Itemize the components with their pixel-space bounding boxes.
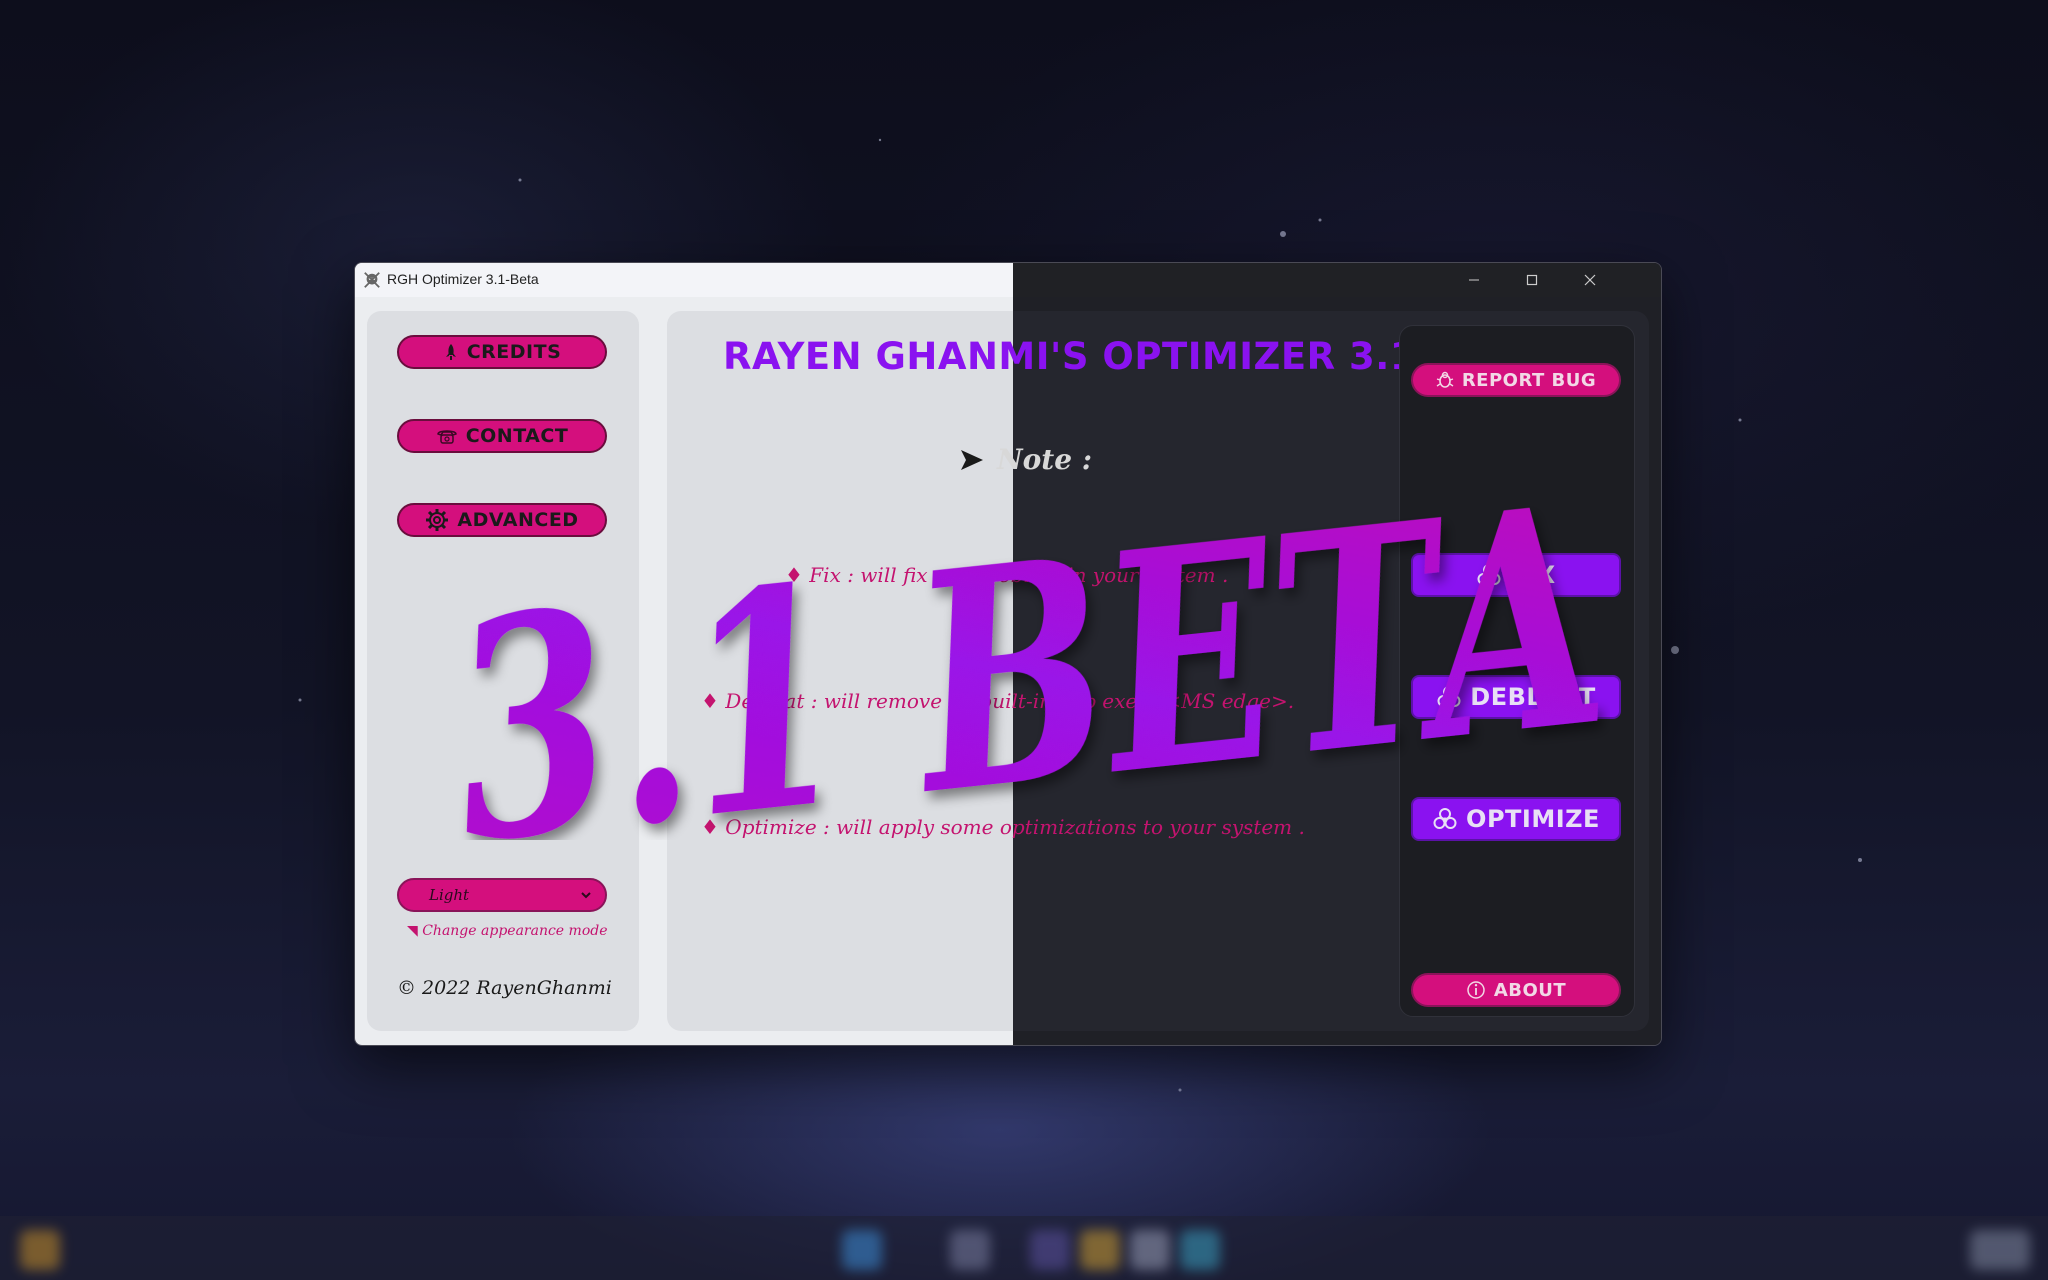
- report-bug-button[interactable]: REPORT BUG: [1411, 363, 1621, 397]
- appearance-mode-select[interactable]: Light: [397, 878, 607, 912]
- list-item: ♦ Optimize : will apply some optimizatio…: [701, 815, 1305, 839]
- about-label: ABOUT: [1493, 979, 1567, 1001]
- about-button[interactable]: ABOUT: [1411, 973, 1621, 1007]
- list-item: ♦ Fix : will fix any problem in your sys…: [785, 563, 1229, 587]
- taskbar-app-icon[interactable]: [1130, 1230, 1170, 1270]
- gear-icon: [426, 509, 449, 531]
- taskbar-app-icon[interactable]: [1030, 1230, 1070, 1270]
- bug-icon: [1436, 371, 1454, 388]
- minimize-button[interactable]: [1445, 263, 1503, 297]
- chevron-down-icon: [581, 892, 591, 899]
- maximize-icon: [1526, 274, 1538, 286]
- start-icon[interactable]: [20, 1230, 60, 1270]
- app-window: RGH Optimizer 3.1-Beta CREDITS CONTACT A…: [354, 262, 1662, 1046]
- credits-label: CREDITS: [466, 341, 562, 363]
- taskbar-app-icon[interactable]: [950, 1230, 990, 1270]
- contact-button[interactable]: CONTACT: [397, 419, 607, 453]
- close-icon: [1584, 274, 1596, 286]
- report-bug-label: REPORT BUG: [1461, 369, 1597, 391]
- optimize-button[interactable]: OPTIMIZE: [1411, 797, 1621, 841]
- title-bar-dark[interactable]: [1013, 263, 1661, 297]
- minimize-icon: [1469, 279, 1479, 281]
- info-icon: [1467, 981, 1485, 999]
- app-title: RAYEN GHANMI'S OPTIMIZER 3.1: [719, 335, 1416, 378]
- biohazard-icon: [1437, 686, 1461, 707]
- appearance-mode-hint: ◥ Change appearance mode: [407, 923, 608, 939]
- fix-button[interactable]: FIX: [1411, 553, 1621, 597]
- window-title: RGH Optimizer 3.1-Beta: [387, 271, 539, 287]
- title-bar[interactable]: RGH Optimizer 3.1-Beta: [355, 263, 1013, 297]
- list-item: ♦ Debloat : will remove all built-in app…: [701, 689, 1295, 713]
- credits-button[interactable]: CREDITS: [397, 335, 607, 369]
- note-heading: Note :: [959, 443, 1092, 476]
- taskbar-app-icon[interactable]: [1080, 1230, 1120, 1270]
- pointer-arrow-icon: [961, 449, 983, 470]
- debloat-button[interactable]: DEBLOAT: [1411, 675, 1621, 719]
- contact-label: CONTACT: [465, 425, 569, 447]
- biohazard-icon: [1477, 564, 1501, 585]
- advanced-button[interactable]: ADVANCED: [397, 503, 607, 537]
- system-tray[interactable]: [1970, 1230, 2030, 1270]
- app-title-text: RAYEN GHANMI'S OPTIMIZER 3.1: [723, 335, 1417, 378]
- fix-label: FIX: [1510, 561, 1556, 589]
- telephone-icon: [436, 430, 457, 444]
- rocket-icon: [445, 344, 456, 360]
- copyright-text: © 2022 RayenGhanmi: [397, 977, 612, 999]
- app-skull-icon: [364, 272, 380, 288]
- close-button[interactable]: [1561, 263, 1619, 297]
- taskbar-app-icon[interactable]: [1180, 1230, 1220, 1270]
- taskbar: [0, 1216, 2048, 1280]
- debloat-label: DEBLOAT: [1470, 683, 1596, 711]
- appearance-mode-value: Light: [429, 886, 470, 904]
- maximize-button[interactable]: [1503, 263, 1561, 297]
- actions-panel: [1399, 325, 1635, 1017]
- taskbar-app-icon[interactable]: [842, 1230, 882, 1270]
- advanced-label: ADVANCED: [457, 509, 579, 531]
- biohazard-icon: [1433, 808, 1457, 829]
- main-panel: [667, 311, 1013, 1031]
- hint-arrow-icon: ◥: [407, 923, 423, 939]
- optimize-label: OPTIMIZE: [1466, 805, 1600, 833]
- note-label: Note :: [997, 443, 1093, 476]
